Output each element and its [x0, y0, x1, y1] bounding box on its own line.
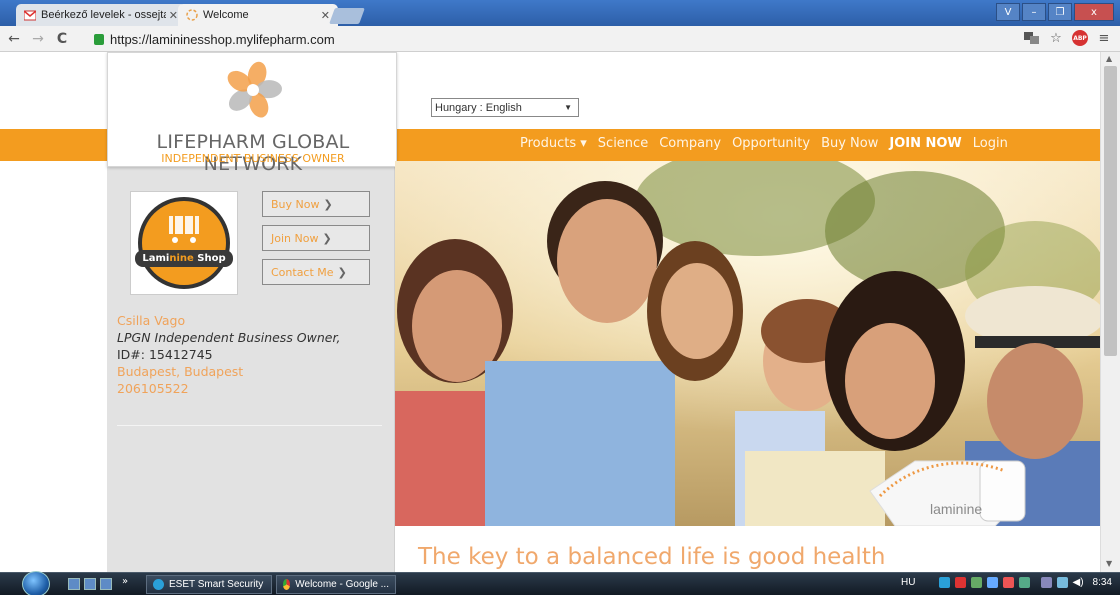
- nav-company[interactable]: Company: [659, 136, 721, 151]
- owner-name: Csilla Vago: [117, 313, 186, 328]
- owner-role: LPGN Independent Business Owner,: [117, 330, 341, 345]
- start-button[interactable]: [22, 571, 50, 595]
- nav-join-now[interactable]: JOIN NOW: [889, 136, 961, 151]
- network-tray-icon[interactable]: [970, 577, 982, 588]
- tab-title: Beérkező levelek - ossejtal: [41, 9, 166, 21]
- translate-icon[interactable]: [1024, 30, 1040, 46]
- reload-icon[interactable]: C: [52, 29, 72, 49]
- url-text: https://lamininesshop.mylifepharm.com: [110, 31, 335, 47]
- logo-box[interactable]: LIFEPHARM GLOBAL NETWORK INDEPENDENT BUS…: [107, 52, 397, 175]
- buy-now-button[interactable]: Buy Now ❯: [262, 191, 370, 217]
- new-tab-button[interactable]: [329, 8, 365, 24]
- eset-icon: [153, 579, 164, 590]
- windows-taskbar: » ESET Smart Security Welcome - Google .…: [0, 571, 1120, 595]
- minimize-button[interactable]: –: [1022, 3, 1046, 21]
- owner-city: Budapest, Budapest: [117, 364, 244, 379]
- page-scrollbar[interactable]: ▲ ▼: [1100, 52, 1120, 572]
- security-tray-icon[interactable]: [954, 577, 966, 588]
- taskbar-chrome[interactable]: Welcome - Google ...: [276, 575, 396, 594]
- system-tray: HU ◀) 8:34: [901, 577, 1112, 588]
- logo-subtitle: INDEPENDENT BUSINESS OWNER: [161, 152, 345, 165]
- back-icon[interactable]: ←: [4, 29, 24, 49]
- tab-welcome[interactable]: Welcome ✕: [178, 4, 338, 26]
- adblock-icon[interactable]: ABP: [1072, 30, 1088, 46]
- laminine-shop-logo: Laminine Shop: [130, 191, 238, 295]
- chevron-right-icon: ❯: [322, 231, 332, 245]
- tab-gmail[interactable]: Beérkező levelek - ossejtal ✕: [16, 4, 186, 26]
- close-tab-icon[interactable]: ✕: [169, 9, 178, 22]
- owner-info: Csilla Vago LPGN Independent Business Ow…: [117, 312, 340, 397]
- eset-tray-icon[interactable]: [938, 577, 950, 588]
- more-quicklaunch-icon[interactable]: »: [122, 576, 128, 587]
- chevron-down-icon: ▼: [564, 103, 572, 112]
- menu-icon[interactable]: ≡: [1096, 30, 1112, 46]
- tagline: The key to a balanced life is good healt…: [418, 544, 886, 570]
- gmail-icon: [23, 9, 37, 21]
- explorer-icon[interactable]: [84, 578, 96, 590]
- alert-tray-icon[interactable]: [1002, 577, 1014, 588]
- star-icon[interactable]: ☆: [1048, 30, 1064, 46]
- chevron-right-icon: ❯: [337, 265, 347, 279]
- nav-products[interactable]: Products ▾: [520, 136, 587, 151]
- media-icon[interactable]: [100, 578, 112, 590]
- nav-science[interactable]: Science: [598, 136, 648, 151]
- main-nav: Products ▾ Science Company Opportunity B…: [520, 136, 1008, 151]
- join-now-button[interactable]: Join Now ❯: [262, 225, 370, 251]
- close-window-button[interactable]: x: [1074, 3, 1114, 21]
- window-controls: V – ❐ x: [996, 3, 1114, 21]
- tab-title: Welcome: [203, 9, 249, 21]
- nav-buy-now[interactable]: Buy Now: [821, 136, 878, 151]
- monitor-tray-icon[interactable]: [1040, 577, 1052, 588]
- lifepharm-logo-icon: [227, 61, 282, 118]
- shop-logo-text: Laminine Shop: [142, 253, 226, 264]
- user-button[interactable]: V: [996, 3, 1020, 21]
- address-bar[interactable]: https://lamininesshop.mylifepharm.com: [94, 29, 1034, 49]
- nav-opportunity[interactable]: Opportunity: [732, 136, 810, 151]
- sync-tray-icon[interactable]: [986, 577, 998, 588]
- page-viewport: Products ▾ Science Company Opportunity B…: [0, 52, 1100, 572]
- flower-icon: [186, 9, 198, 21]
- product-label: laminine: [930, 501, 983, 517]
- chrome-icon: [283, 579, 291, 590]
- clock[interactable]: 8:34: [1093, 577, 1112, 588]
- taskbar-eset[interactable]: ESET Smart Security: [146, 575, 272, 594]
- browser-toolbar: ← → C https://lamininesshop.mylifepharm.…: [0, 26, 1120, 52]
- chevron-right-icon: ❯: [323, 197, 333, 211]
- show-desktop-icon[interactable]: [68, 578, 80, 590]
- language-indicator[interactable]: HU: [901, 577, 915, 588]
- language-select-value: Hungary : English: [435, 101, 522, 114]
- owner-phone: 206105522: [117, 381, 189, 396]
- toolbar-icons: ☆ ABP ≡: [1024, 30, 1112, 46]
- lock-icon: [94, 33, 104, 45]
- forward-icon[interactable]: →: [28, 29, 48, 49]
- scroll-thumb[interactable]: [1104, 66, 1117, 356]
- close-tab-icon[interactable]: ✕: [321, 9, 330, 22]
- language-select[interactable]: Hungary : English ▼: [431, 98, 579, 117]
- scroll-down-icon[interactable]: ▼: [1106, 559, 1112, 568]
- wifi-tray-icon[interactable]: [1056, 577, 1068, 588]
- contact-me-button[interactable]: Contact Me ❯: [262, 259, 370, 285]
- maximize-button[interactable]: ❐: [1048, 3, 1072, 21]
- device-tray-icon[interactable]: [1018, 577, 1030, 588]
- browser-titlebar: Beérkező levelek - ossejtal ✕ Welcome ✕ …: [0, 0, 1120, 26]
- divider: [117, 425, 382, 426]
- owner-id: ID#: 15412745: [117, 347, 213, 362]
- hero-image: laminine: [395, 161, 1100, 526]
- nav-login[interactable]: Login: [973, 136, 1008, 151]
- volume-icon[interactable]: ◀): [1073, 577, 1084, 588]
- scroll-up-icon[interactable]: ▲: [1106, 54, 1112, 63]
